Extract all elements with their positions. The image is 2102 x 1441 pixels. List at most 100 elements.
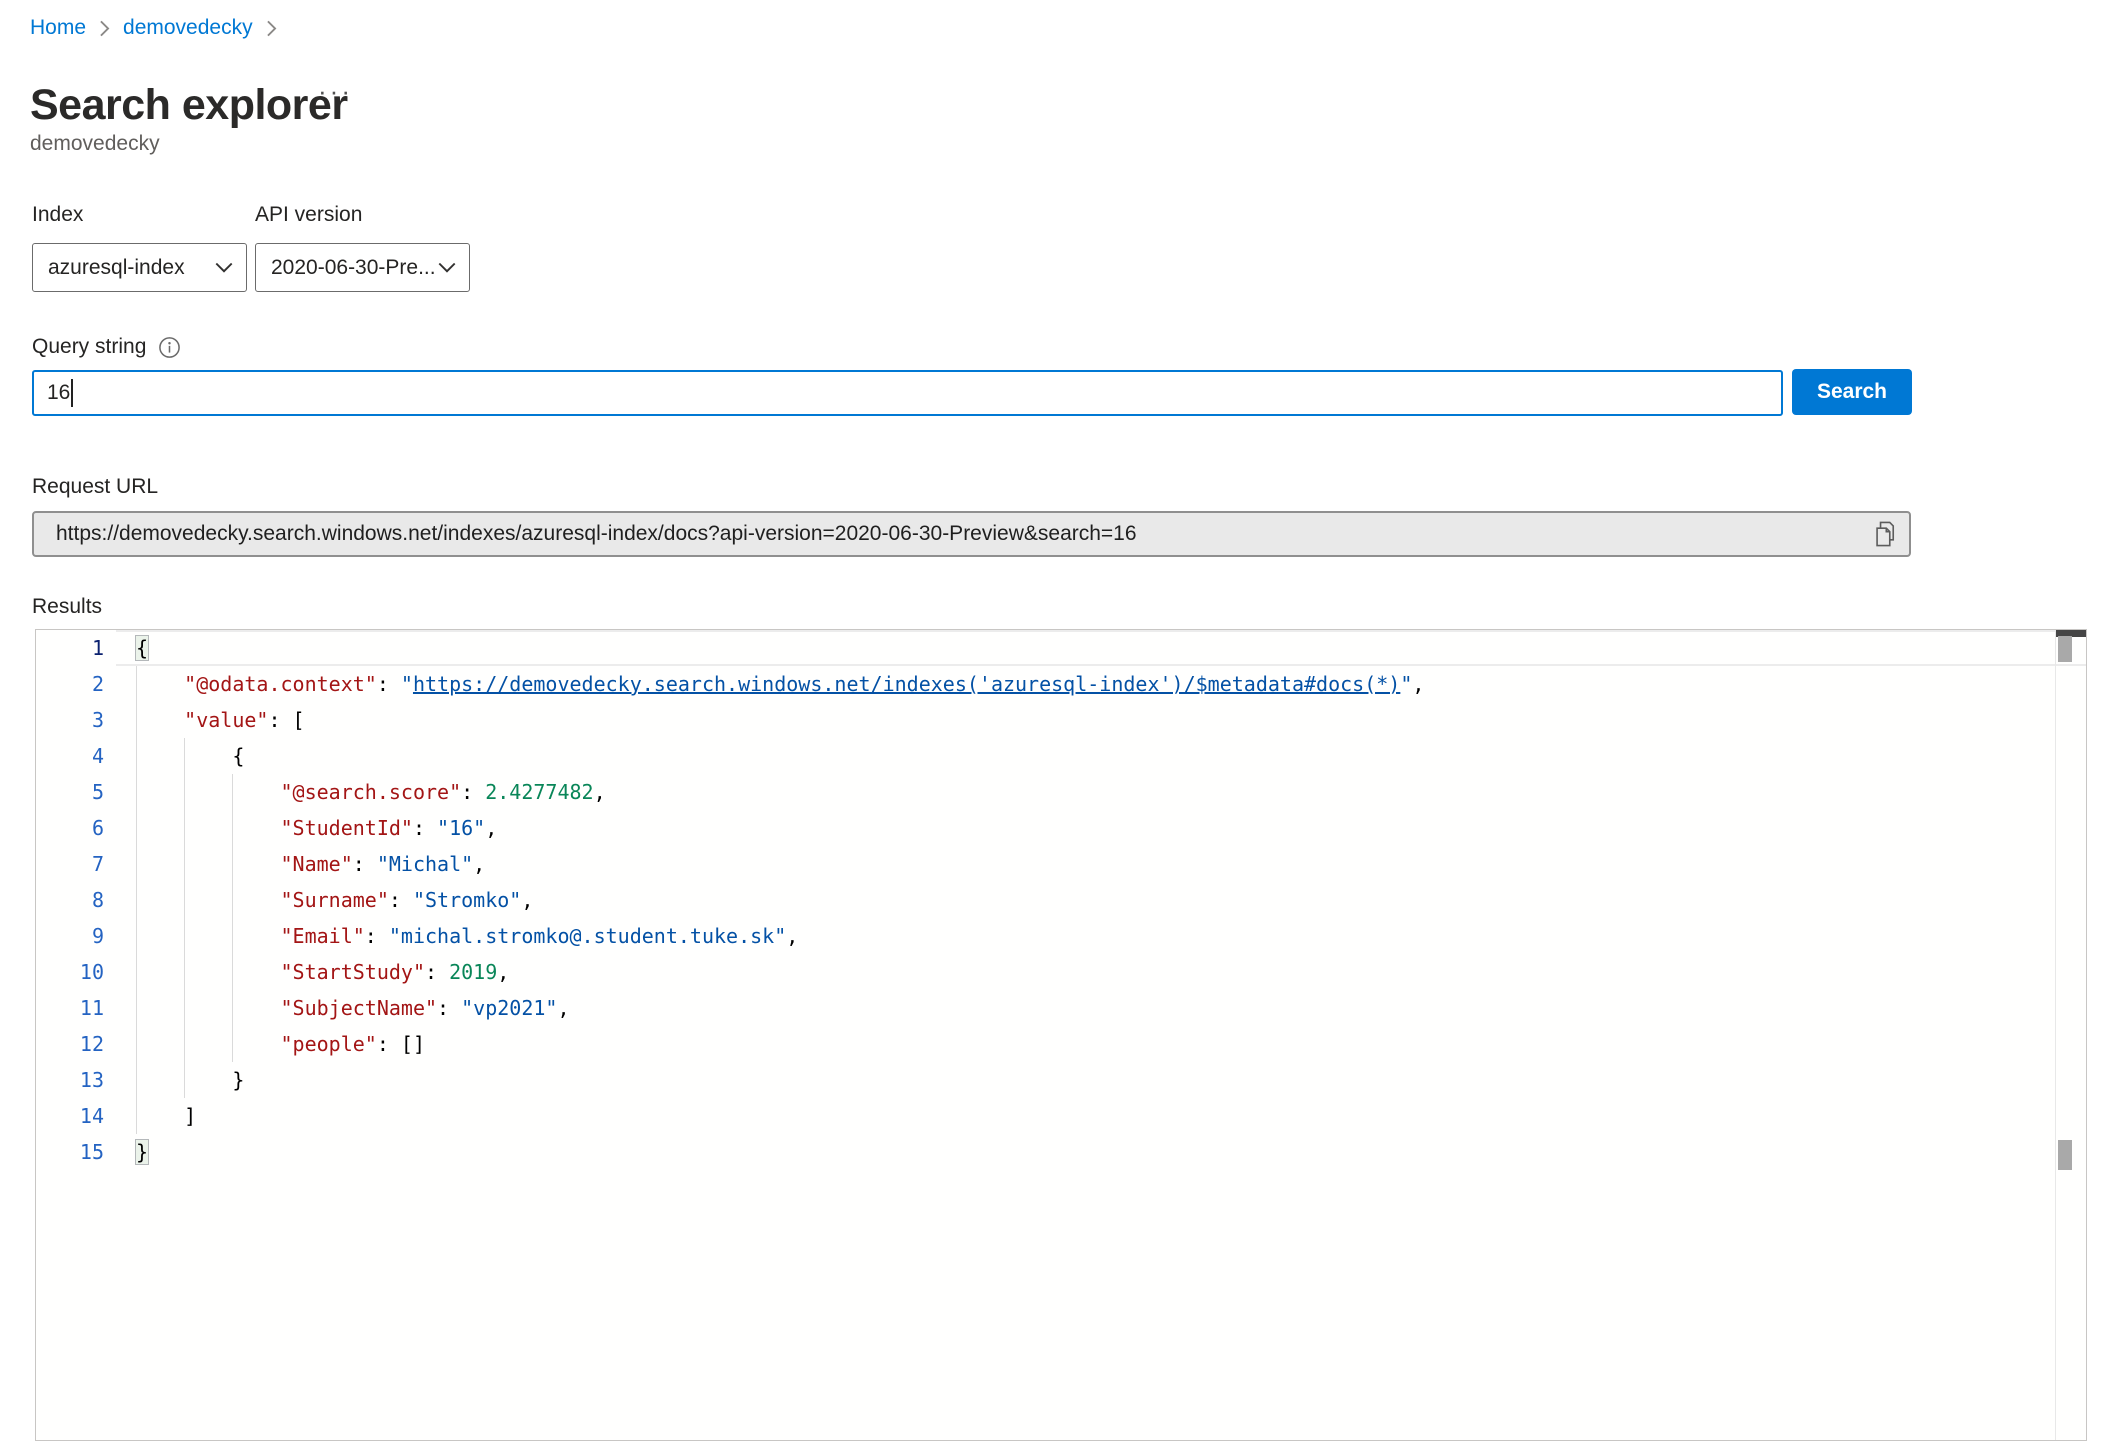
code-line[interactable]: 13 } [36,1062,2086,1098]
code-token: "vp2021" [461,996,557,1020]
indent-guide [232,810,233,846]
code-line[interactable]: 6 "StudentId": "16", [36,810,2086,846]
breadcrumb-link[interactable]: demovedecky [123,16,253,40]
line-number: 10 [36,954,116,990]
indent-guide [232,774,233,810]
code-line[interactable]: 15} [36,1134,2086,1170]
code-token [136,924,281,948]
results-label: Results [32,595,102,619]
code-token: : [365,924,389,948]
code-token: " [401,672,413,696]
code-token: "Email" [281,924,365,948]
indent-guide [136,846,137,882]
indent-guide [232,990,233,1026]
code-line[interactable]: 11 "SubjectName": "vp2021", [36,990,2086,1026]
code-line[interactable]: 12 "people": [] [36,1026,2086,1062]
line-number: 7 [36,846,116,882]
scrollbar-mark [2058,1140,2072,1170]
code-token: 2019 [449,960,497,984]
code-token: "@search.score" [281,780,462,804]
code-line-content: ] [116,1098,2086,1134]
results-code-editor[interactable]: 1{2 "@odata.context": "https://demovedec… [35,629,2087,1441]
indent-guide [232,918,233,954]
code-line[interactable]: 4 { [36,738,2086,774]
code-token: : [425,960,449,984]
line-number: 14 [36,1098,116,1134]
code-token: : [437,996,461,1020]
api-version-select[interactable]: 2020-06-30-Pre... [255,243,470,292]
line-number: 4 [36,738,116,774]
line-number: 3 [36,702,116,738]
indent-guide [232,846,233,882]
breadcrumb: Home demovedecky [30,16,278,40]
code-line-content: "Name": "Michal", [116,846,2086,882]
code-token: " [1400,672,1412,696]
copy-button[interactable] [1871,519,1897,549]
code-line-content: { [116,630,2086,666]
code-line[interactable]: 8 "Surname": "Stromko", [36,882,2086,918]
indent-guide [136,1062,137,1098]
code-token: "michal.stromko@.student.tuke.sk" [389,924,786,948]
code-line-content: "value": [ [116,702,2086,738]
code-line[interactable]: 14 ] [36,1098,2086,1134]
scrollbar-mark [2058,636,2072,662]
line-number: 5 [36,774,116,810]
index-select-value: azuresql-index [48,256,185,280]
code-token [136,960,281,984]
query-string-input[interactable]: 16 [32,370,1783,416]
indent-guide [184,990,185,1026]
code-line[interactable]: 1{ [36,630,2086,666]
code-line[interactable]: 2 "@odata.context": "https://demovedecky… [36,666,2086,702]
line-number: 1 [36,630,116,666]
code-token: "StartStudy" [281,960,426,984]
code-token: , [521,888,533,912]
code-token: : [377,672,401,696]
indent-guide [184,882,185,918]
code-line[interactable]: 3 "value": [ [36,702,2086,738]
indent-guide [136,666,137,702]
code-token: , [485,816,497,840]
breadcrumb-link[interactable]: Home [30,16,86,40]
text-caret [71,379,73,407]
page-title: Search explorer [30,81,348,130]
code-token: } [136,1068,244,1092]
info-icon[interactable] [158,336,181,359]
code-line-content: "SubjectName": "vp2021", [116,990,2086,1026]
indent-guide [136,1026,137,1062]
indent-guide [136,918,137,954]
code-line[interactable]: 9 "Email": "michal.stromko@.student.tuke… [36,918,2086,954]
indent-guide [184,954,185,990]
request-url-label: Request URL [32,475,158,499]
indent-guide [232,882,233,918]
api-version-label: API version [255,203,362,227]
editor-scrollbar[interactable] [2055,630,2086,1440]
line-number: 11 [36,990,116,1026]
indent-guide [136,954,137,990]
indent-guide [136,774,137,810]
indent-guide [184,1026,185,1062]
code-token [136,1032,281,1056]
code-token [136,852,281,876]
search-button[interactable]: Search [1792,369,1912,415]
indent-guide [232,954,233,990]
line-number: 13 [36,1062,116,1098]
index-select[interactable]: azuresql-index [32,243,247,292]
line-number: 8 [36,882,116,918]
code-line[interactable]: 10 "StartStudy": 2019, [36,954,2086,990]
code-token: { [136,636,148,660]
code-line-content: { [116,738,2086,774]
more-menu-button[interactable]: ··· [318,78,353,104]
query-string-value: 16 [47,381,70,405]
code-line[interactable]: 7 "Name": "Michal", [36,846,2086,882]
code-link[interactable]: https://demovedecky.search.windows.net/i… [413,672,1400,696]
code-token: : [] [377,1032,425,1056]
indent-guide [184,810,185,846]
line-number: 12 [36,1026,116,1062]
code-token: , [557,996,569,1020]
code-token: "Michal" [377,852,473,876]
indent-guide [136,882,137,918]
code-token [136,780,281,804]
code-line[interactable]: 5 "@search.score": 2.4277482, [36,774,2086,810]
request-url-field[interactable]: https://demovedecky.search.windows.net/i… [32,511,1911,557]
indent-guide [184,774,185,810]
